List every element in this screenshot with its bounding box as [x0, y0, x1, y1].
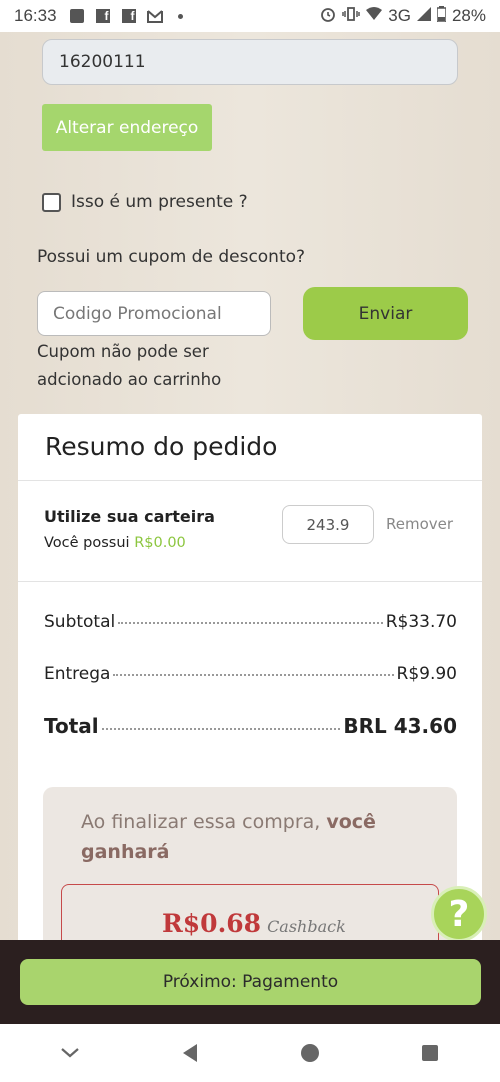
- cashback-box: Ao finalizar essa compra, você ganhará R…: [43, 787, 457, 940]
- battery-icon: [436, 5, 447, 27]
- wifi-icon: [366, 6, 383, 26]
- subtotal-label: Subtotal: [44, 612, 116, 632]
- cashback-text: Ao finalizar essa compra, você ganhará: [81, 807, 411, 867]
- wallet-title: Utilize sua carteira: [44, 507, 215, 526]
- checkout-footer: Próximo: Pagamento: [0, 940, 500, 1024]
- shipping-row: Entrega R$9.90: [44, 664, 457, 684]
- cashback-amount-line: R$0.68 Cashback: [162, 909, 346, 938]
- leader-dots: [113, 674, 394, 676]
- home-icon[interactable]: [290, 1033, 330, 1073]
- promo-code-input[interactable]: Codigo Promocional: [37, 291, 271, 336]
- gift-label: Isso é um presente ?: [71, 192, 248, 212]
- shipping-label: Entrega: [44, 664, 111, 684]
- next-payment-button[interactable]: Próximo: Pagamento: [20, 959, 481, 1005]
- send-coupon-button[interactable]: Enviar: [303, 287, 468, 340]
- status-time: 16:33: [14, 6, 57, 25]
- gmail-icon: [145, 6, 165, 26]
- network-type: 3G: [388, 6, 411, 25]
- divider: [18, 581, 482, 582]
- shipping-value: R$9.90: [396, 664, 457, 684]
- facebook-icon: f: [93, 6, 113, 26]
- subtotal-value: R$33.70: [385, 612, 457, 632]
- order-summary-title: Resumo do pedido: [45, 432, 278, 461]
- back-icon[interactable]: [170, 1033, 210, 1073]
- cashback-amount: R$0.68: [162, 909, 262, 938]
- facebook-icon: f: [119, 6, 139, 26]
- coupon-error-message: Cupom não pode ser adcionado ao carrinho: [37, 342, 222, 389]
- change-address-button[interactable]: Alterar endereço: [42, 104, 212, 151]
- total-value: BRL 43.60: [343, 714, 457, 738]
- coupon-question: Possui um cupom de desconto?: [37, 247, 306, 267]
- notification-dot-icon: [171, 6, 191, 26]
- alarm-icon: [320, 6, 336, 27]
- checkout-page: 16200111 Alterar endereço Isso é um pres…: [0, 32, 500, 940]
- wallet-balance-text: Você possui R$0.00: [44, 535, 186, 551]
- leader-dots: [118, 622, 383, 624]
- order-summary-card: Resumo do pedido Utilize sua carteira Vo…: [18, 414, 482, 940]
- help-button[interactable]: ?: [431, 886, 487, 940]
- wallet-has-label: Você possui: [44, 535, 130, 551]
- cashback-amount-box: R$0.68 Cashback: [61, 884, 439, 940]
- vibrate-icon: [342, 6, 361, 26]
- wallet-amount-input[interactable]: 243.9: [282, 505, 374, 544]
- wallet-balance: R$0.00: [134, 535, 186, 551]
- recents-icon[interactable]: [410, 1033, 450, 1073]
- chevron-down-icon[interactable]: [50, 1033, 90, 1073]
- status-bar: 16:33 f f 3G 28%: [0, 0, 500, 32]
- leader-dots: [101, 728, 341, 730]
- total-label: Total: [44, 714, 99, 738]
- system-nav-bar: [0, 1024, 500, 1082]
- subtotal-row: Subtotal R$33.70: [44, 612, 457, 632]
- gift-checkbox[interactable]: [42, 192, 61, 212]
- total-row: Total BRL 43.60: [44, 714, 457, 738]
- gift-option[interactable]: Isso é um presente ?: [42, 192, 248, 212]
- cashback-text-regular: Ao finalizar essa compra,: [81, 811, 321, 833]
- cashback-label: Cashback: [267, 917, 346, 936]
- cep-field[interactable]: 16200111: [42, 39, 458, 85]
- signal-icon: [416, 6, 431, 26]
- gallery-icon: [67, 6, 87, 26]
- divider: [18, 480, 482, 481]
- wallet-remove-link[interactable]: Remover: [386, 515, 453, 533]
- battery-level: 28%: [451, 6, 486, 25]
